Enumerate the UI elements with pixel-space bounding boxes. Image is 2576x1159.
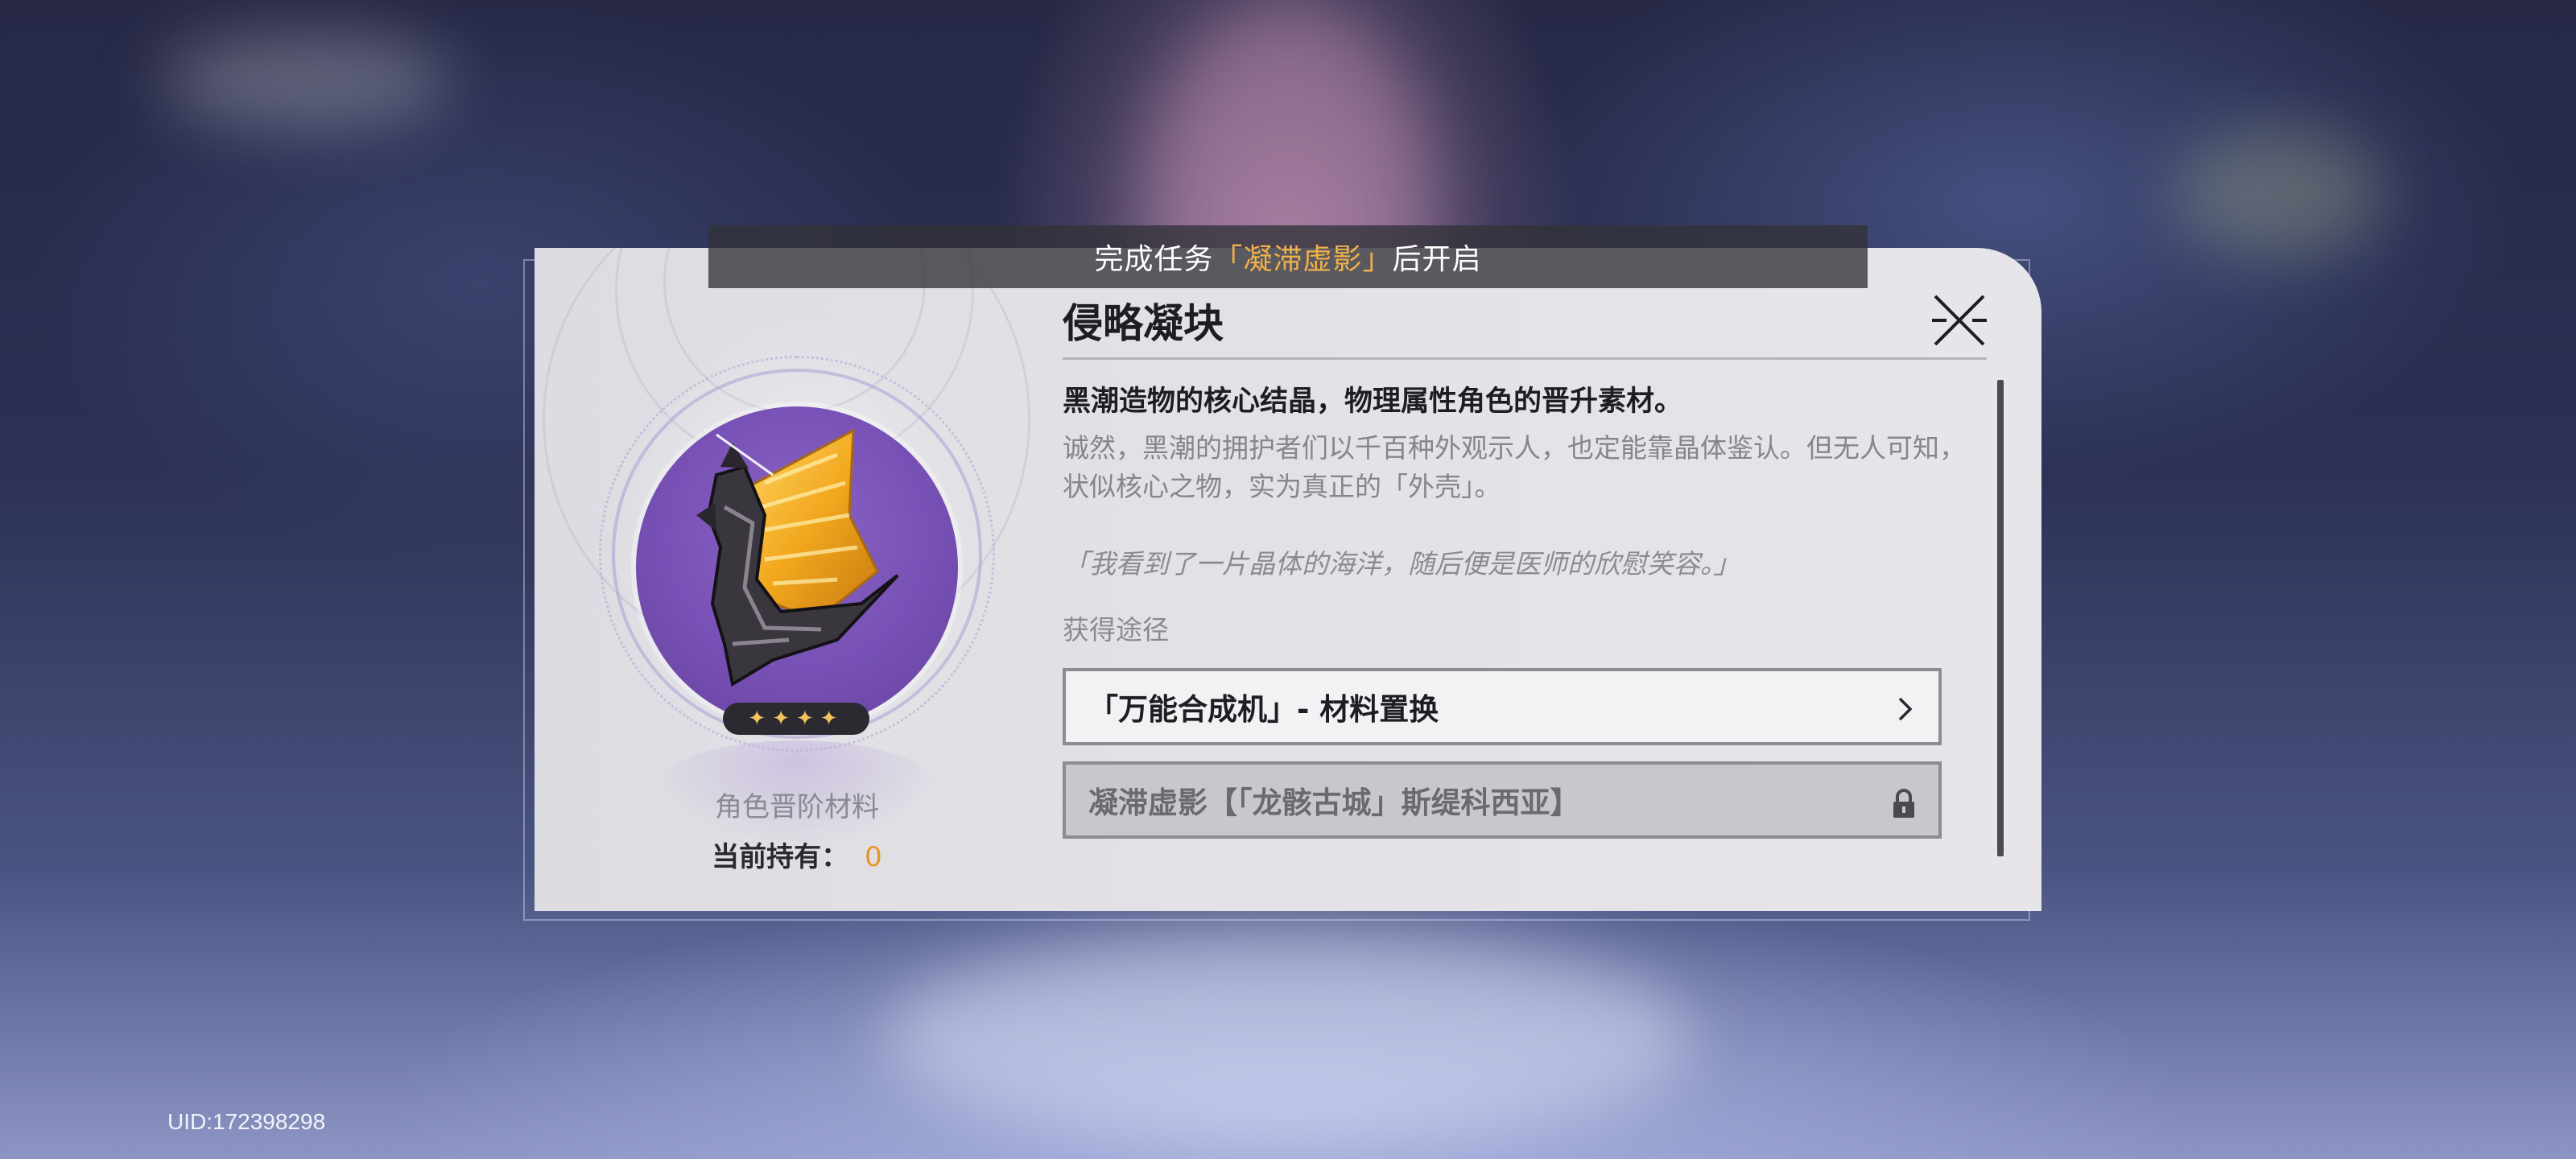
unlock-quest-name: 「凝滞虚影」: [1213, 243, 1393, 276]
source-label: 凝滞虚影【「龙骸古城」斯缇科西亚】: [1088, 786, 1580, 820]
rarity-stars: ✦✦✦✦: [723, 703, 869, 735]
scrollbar[interactable]: [1997, 380, 2004, 856]
item-lore: 诚然，黑潮的拥护者们以千百种外观示人，也定能靠晶体鉴认。但无人可知，状似核心之物…: [1063, 432, 1966, 502]
background-blur: [2174, 129, 2383, 258]
unlock-suffix: 后开启: [1392, 243, 1482, 276]
background-blur: [886, 934, 1690, 1143]
sources-heading: 获得途径: [1063, 614, 1169, 645]
unlock-prefix: 完成任务: [1094, 243, 1214, 276]
source-label: 「万能合成机」- 材料置换: [1088, 692, 1439, 727]
owned-count: 0: [865, 841, 882, 873]
title-divider: [1063, 357, 1987, 360]
source-synthesizer-button[interactable]: 「万能合成机」- 材料置换: [1063, 668, 1942, 745]
aggression-crystal-icon: [696, 428, 899, 687]
item-title: 侵略凝块: [1063, 300, 1224, 347]
close-button[interactable]: [1930, 291, 1988, 349]
chevron-right-icon: [1898, 697, 1913, 721]
lock-icon: [1893, 789, 1914, 818]
owned-count-row: 当前持有： 0: [628, 835, 966, 874]
player-uid: UID:172398298: [167, 1109, 326, 1134]
item-quote: 「我看到了一片晶体的海洋，随后便是医师的欣慰笑容。」: [1063, 548, 1740, 580]
owned-label: 当前持有：: [712, 841, 849, 873]
unlock-requirement-banner: 完成任务 「凝滞虚影」 后开启: [708, 225, 1868, 288]
item-description: 黑潮造物的核心结晶，物理属性角色的晋升素材。: [1063, 386, 1683, 418]
item-type-label: 角色晋阶材料: [715, 791, 879, 823]
close-icon: [1932, 295, 1987, 346]
background-blur: [161, 32, 451, 129]
source-stagnant-shadow-button[interactable]: 凝滞虚影【「龙骸古城」斯缇科西亚】: [1063, 761, 1942, 839]
